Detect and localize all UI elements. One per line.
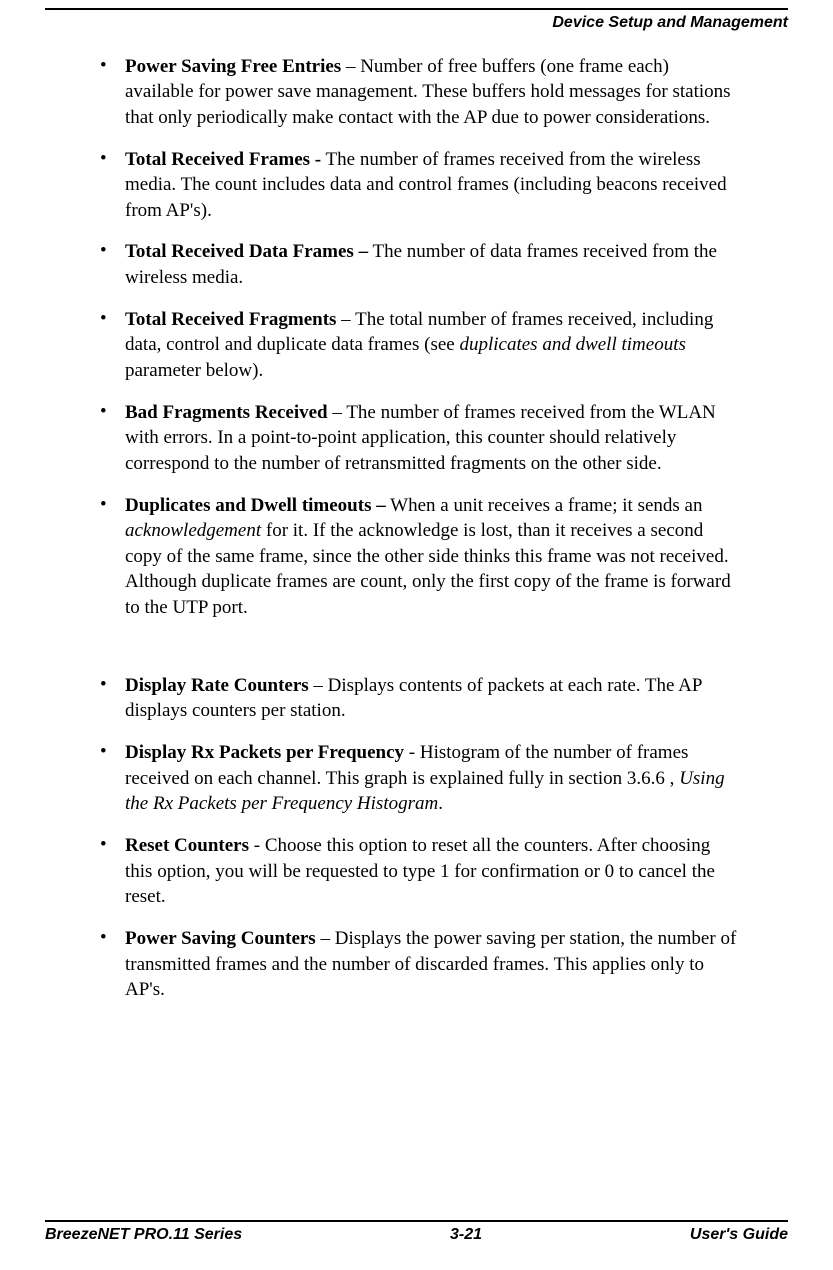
header-section-title: Device Setup and Management xyxy=(45,12,788,34)
list-term: Power Saving Counters xyxy=(125,928,316,949)
list-item: • Duplicates and Dwell timeouts – When a… xyxy=(45,493,788,621)
list-sep: - xyxy=(404,742,420,763)
bullet-icon: • xyxy=(100,740,125,817)
bullet-list-2: • Display Rate Counters – Displays conte… xyxy=(45,673,788,1003)
footer-right: User's Guide xyxy=(690,1224,788,1246)
list-item-content: Display Rate Counters – Displays content… xyxy=(125,673,788,724)
bullet-icon: • xyxy=(100,307,125,384)
list-item-content: Total Received Data Frames – The number … xyxy=(125,239,788,290)
bullet-list-1: • Power Saving Free Entries – Number of … xyxy=(45,54,788,621)
page-container: Device Setup and Management • Power Savi… xyxy=(0,0,833,1270)
bullet-icon: • xyxy=(100,54,125,131)
header-rule xyxy=(45,8,788,10)
list-item-content: Reset Counters - Choose this option to r… xyxy=(125,833,788,910)
list-desc-before: When a unit receives a frame; it sends a… xyxy=(390,495,702,516)
list-item: • Power Saving Counters – Displays the p… xyxy=(45,926,788,1003)
bullet-icon: • xyxy=(100,926,125,1003)
list-item-content: Power Saving Counters – Displays the pow… xyxy=(125,926,788,1003)
list-term: Total Received Frames - xyxy=(125,149,321,170)
list-desc-after: . xyxy=(438,793,443,814)
list-item: • Bad Fragments Received – The number of… xyxy=(45,400,788,477)
list-italic: duplicates and dwell timeouts xyxy=(459,334,685,355)
bullet-icon: • xyxy=(100,833,125,910)
list-item-content: Power Saving Free Entries – Number of fr… xyxy=(125,54,788,131)
list-term: Total Received Fragments xyxy=(125,309,336,330)
bullet-icon: • xyxy=(100,400,125,477)
list-item-content: Total Received Frames - The number of fr… xyxy=(125,147,788,224)
list-item: • Reset Counters - Choose this option to… xyxy=(45,833,788,910)
list-item: • Display Rate Counters – Displays conte… xyxy=(45,673,788,724)
list-sep: – xyxy=(316,928,335,949)
list-term: Display Rate Counters xyxy=(125,675,309,696)
list-sep: - xyxy=(249,835,265,856)
list-term: Power Saving Free Entries xyxy=(125,56,341,77)
bullet-icon: • xyxy=(100,239,125,290)
list-desc-after: parameter below). xyxy=(125,360,263,381)
footer-rule xyxy=(45,1220,788,1222)
list-item: • Power Saving Free Entries – Number of … xyxy=(45,54,788,131)
list-item-content: Display Rx Packets per Frequency - Histo… xyxy=(125,740,788,817)
bullet-icon: • xyxy=(100,493,125,621)
list-term: Display Rx Packets per Frequency xyxy=(125,742,404,763)
bullet-icon: • xyxy=(100,147,125,224)
list-item-content: Duplicates and Dwell timeouts – When a u… xyxy=(125,493,788,621)
bullet-icon: • xyxy=(100,673,125,724)
list-sep: – xyxy=(341,56,360,77)
list-term: Duplicates and Dwell timeouts – xyxy=(125,495,386,516)
footer-row: BreezeNET PRO.11 Series 3-21 User's Guid… xyxy=(45,1224,788,1246)
list-gap xyxy=(45,637,788,673)
list-item: • Total Received Data Frames – The numbe… xyxy=(45,239,788,290)
list-sep: – xyxy=(328,402,347,423)
list-term: Reset Counters xyxy=(125,835,249,856)
list-item: • Total Received Frames - The number of … xyxy=(45,147,788,224)
list-item-content: Total Received Fragments – The total num… xyxy=(125,307,788,384)
list-item: • Total Received Fragments – The total n… xyxy=(45,307,788,384)
list-sep: – xyxy=(309,675,328,696)
list-item: • Display Rx Packets per Frequency - His… xyxy=(45,740,788,817)
list-item-content: Bad Fragments Received – The number of f… xyxy=(125,400,788,477)
list-sep: – xyxy=(336,309,355,330)
page-footer: BreezeNET PRO.11 Series 3-21 User's Guid… xyxy=(45,1220,788,1246)
list-italic: acknowledgement xyxy=(125,520,261,541)
footer-left: BreezeNET PRO.11 Series xyxy=(45,1224,242,1246)
footer-center: 3-21 xyxy=(450,1224,482,1246)
list-term: Total Received Data Frames – xyxy=(125,241,368,262)
list-term: Bad Fragments Received xyxy=(125,402,328,423)
